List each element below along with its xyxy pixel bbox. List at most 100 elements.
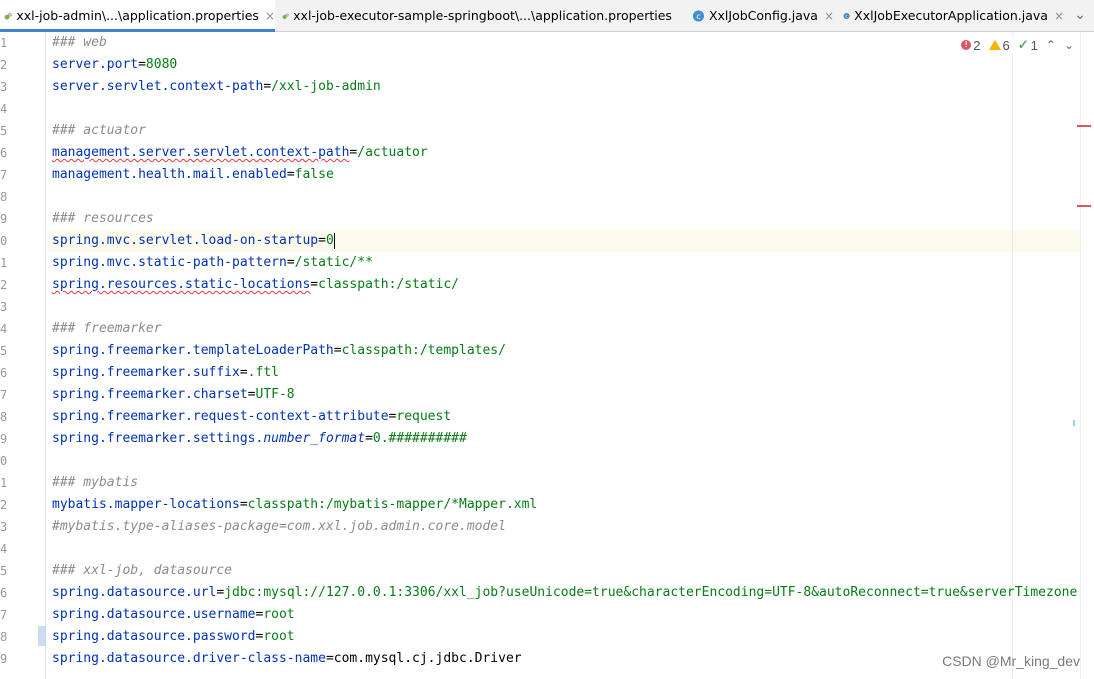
property-value: request — [396, 409, 452, 424]
line-number: 8 — [0, 630, 8, 644]
property-value: root — [263, 629, 295, 644]
code-line[interactable]: ### freemarker — [52, 318, 162, 340]
code-line[interactable]: ### resources — [52, 208, 154, 230]
ok-count[interactable]: ✓ 1 — [1018, 37, 1038, 53]
line-number: 9 — [0, 652, 8, 666]
line-number: 5 — [0, 344, 8, 358]
property-value: 0.########## — [372, 431, 467, 446]
error-stripe-marker[interactable] — [1077, 205, 1091, 207]
code-line[interactable]: spring.datasource.username=root — [52, 604, 295, 626]
java-class-icon: c — [843, 12, 850, 19]
property-value: /static/** — [294, 255, 373, 270]
tab-admin-application-properties[interactable]: xxl-job-admin\...\application.properties… — [0, 0, 275, 32]
property-key: spring.freemarker.suffix — [52, 365, 240, 380]
close-tab-icon[interactable]: × — [1054, 9, 1064, 23]
property-key: server.port — [52, 57, 139, 72]
line-number: 6 — [0, 366, 8, 380]
property-key-unresolved: .resources.static-locations — [98, 277, 311, 292]
property-key-unresolved: management.server.servlet.context-path — [52, 145, 350, 160]
line-number: 3 — [0, 300, 8, 314]
equals-sign: = — [310, 277, 319, 292]
tab-xxljobexecutorapplication-java[interactable]: c XxlJobExecutorApplication.java × — [839, 0, 1064, 31]
editor-tab-bar: xxl-job-admin\...\application.properties… — [0, 0, 1094, 32]
comment: ### actuator — [52, 123, 146, 138]
property-value: classpath:/mybatis-mapper/*Mapper.xml — [247, 497, 538, 512]
code-line[interactable]: spring.freemarker.request-context-attrib… — [52, 406, 451, 428]
code-line[interactable]: management.health.mail.enabled=false — [52, 164, 334, 186]
equals-sign: = — [286, 255, 295, 270]
line-number: 4 — [0, 322, 8, 336]
equals-sign: = — [263, 79, 272, 94]
code-line[interactable]: server.servlet.context-path=/xxl-job-adm… — [52, 76, 381, 98]
warning-count[interactable]: 6 — [988, 38, 1010, 53]
code-line[interactable]: ### xxl-job, datasource — [52, 560, 232, 582]
java-class-icon: c — [692, 9, 705, 22]
close-tab-icon[interactable]: × — [265, 9, 275, 23]
code-line[interactable]: ### web — [52, 32, 107, 54]
comment: ### mybatis — [52, 475, 139, 490]
line-number: 7 — [0, 608, 8, 622]
vcs-change-marker[interactable] — [38, 626, 46, 646]
code-line[interactable]: ### actuator — [52, 120, 146, 142]
equals-sign: = — [365, 431, 373, 446]
line-number: 4 — [0, 102, 8, 116]
tab-label: XxlJobExecutorApplication.java — [854, 8, 1048, 23]
code-line-current[interactable]: spring.mvc.servlet.load-on-startup=0 — [52, 230, 335, 252]
close-tab-icon[interactable]: × — [824, 9, 834, 23]
code-line[interactable]: spring.mvc.static-path-pattern=/static/*… — [52, 252, 373, 274]
info-stripe-marker[interactable] — [1073, 420, 1075, 426]
line-number: 7 — [0, 388, 8, 402]
code-line[interactable]: server.port=8080 — [52, 54, 177, 76]
code-line[interactable]: management.server.servlet.context-path=/… — [52, 142, 428, 164]
code-line[interactable]: spring.freemarker.templateLoaderPath=cla… — [52, 340, 506, 362]
property-value: .ftl — [247, 365, 279, 380]
chevron-down-icon[interactable]: ⌄ — [1074, 7, 1086, 23]
comment: #mybatis.type-aliases-package=com.xxl.jo… — [52, 519, 506, 534]
property-key: spring.mvc.servlet.load-on-startup — [52, 233, 319, 248]
line-number: 1 — [0, 256, 8, 270]
text-caret — [333, 232, 335, 249]
property-value: classpath:/static/ — [318, 277, 460, 292]
equals-sign: = — [239, 365, 248, 380]
line-number: 9 — [0, 212, 8, 226]
property-key: mybatis.mapper-locations — [52, 497, 240, 512]
code-line[interactable]: mybatis.mapper-locations=classpath:/myba… — [52, 494, 537, 516]
property-value: 0 — [325, 233, 334, 248]
code-editor[interactable]: 1 2 3 4 5 6 7 8 9 0 1 2 3 4 5 6 7 8 9 0 … — [0, 32, 1094, 679]
line-number: 0 — [0, 454, 8, 468]
tab-label: xxl-job-executor-sample-springboot\...\a… — [293, 8, 672, 23]
code-line[interactable]: ### mybatis — [52, 472, 138, 494]
checkmark-icon: ✓ — [1017, 37, 1029, 52]
code-line[interactable]: #mybatis.type-aliases-package=com.xxl.jo… — [52, 516, 506, 538]
error-count[interactable]: ! 2 — [961, 38, 981, 53]
code-line[interactable]: spring.datasource.url=jdbc:mysql://127.0… — [52, 582, 1080, 604]
line-number: 2 — [0, 498, 8, 512]
line-number: 2 — [0, 58, 8, 72]
code-line[interactable]: spring.freemarker.charset=UTF-8 — [52, 384, 295, 406]
property-key: management.health.mail.enabled — [52, 167, 287, 182]
property-value: /xxl-job-admin — [271, 79, 381, 94]
property-key: spring.datasource.url — [52, 585, 217, 600]
property-key: spring.freemarker.request-context-attrib… — [52, 409, 389, 424]
code-line[interactable]: spring.datasource.password=root — [52, 626, 295, 648]
error-stripe-scrollbar[interactable] — [1080, 32, 1094, 679]
previous-highlight-icon[interactable]: ⌃ — [1046, 38, 1056, 52]
code-line[interactable]: spring.resources.static-locations=classp… — [52, 274, 459, 296]
property-key-unresolved: spring — [52, 277, 99, 292]
tab-xxljobconfig-java[interactable]: c XxlJobConfig.java × — [688, 0, 834, 31]
code-line[interactable]: spring.freemarker.settings.number_format… — [52, 428, 467, 450]
equals-sign: = — [247, 387, 256, 402]
comment: ### resources — [52, 211, 154, 226]
line-number: 0 — [0, 234, 8, 248]
line-number: 5 — [0, 124, 8, 138]
equals-sign: = — [318, 233, 326, 248]
code-line[interactable]: spring.freemarker.suffix=.ftl — [52, 362, 279, 384]
property-key: spring.freemarker.templateLoaderPath — [52, 343, 334, 358]
tab-executor-application-properties[interactable]: xxl-job-executor-sample-springboot\...\a… — [278, 0, 688, 31]
inspections-widget[interactable]: ! 2 6 ✓ 1 ⌃ ⌄ — [961, 37, 1074, 53]
code-line[interactable]: spring.datasource.driver-class-name=com.… — [52, 648, 522, 670]
error-stripe-marker[interactable] — [1077, 125, 1091, 127]
property-key: spring.datasource.username — [52, 607, 256, 622]
next-highlight-icon[interactable]: ⌄ — [1064, 38, 1074, 52]
line-number: 4 — [0, 542, 8, 556]
